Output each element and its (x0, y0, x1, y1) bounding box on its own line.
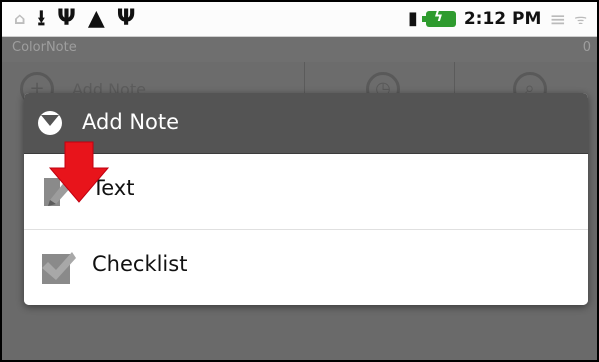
battery-charging-icon: ϟ (421, 9, 456, 27)
warning-icon: ▲ (87, 6, 105, 31)
chevron-down-icon (38, 111, 62, 135)
usb-icon: Ψ (116, 6, 136, 31)
app-title-bar: ColorNote 0 (2, 37, 597, 62)
checklist-icon (42, 252, 76, 284)
menu-icon: ≡ (549, 7, 567, 31)
checklist-option-label: Checklist (92, 252, 188, 276)
download-icon: ⭳ (37, 6, 46, 31)
screen-frame: ⌂ ⭳ Ψ ▲ Ψ ▮ ϟ 2:12 PM ≡ ᯤ ColorNote 0 + … (0, 0, 599, 362)
status-bar: ⌂ ⭳ Ψ ▲ Ψ ▮ ϟ 2:12 PM ≡ ᯤ (2, 2, 597, 37)
status-bar-system: ▮ ϟ 2:12 PM ≡ ᯤ (408, 6, 587, 32)
status-bar-notifications: ⌂ ⭳ Ψ ▲ Ψ (14, 6, 135, 32)
dialog-title: Add Note (82, 110, 180, 134)
status-time: 2:12 PM (463, 9, 542, 29)
home-icon: ⌂ (14, 9, 26, 28)
note-count: 0 (582, 40, 591, 55)
red-arrow-annotation (48, 141, 110, 203)
usb-icon: Ψ (57, 6, 76, 31)
sd-card-icon: ▮ (407, 8, 418, 29)
checklist-option[interactable]: Checklist (24, 230, 588, 305)
wifi-icon: ᯤ (574, 11, 587, 28)
app-title: ColorNote (12, 40, 77, 55)
